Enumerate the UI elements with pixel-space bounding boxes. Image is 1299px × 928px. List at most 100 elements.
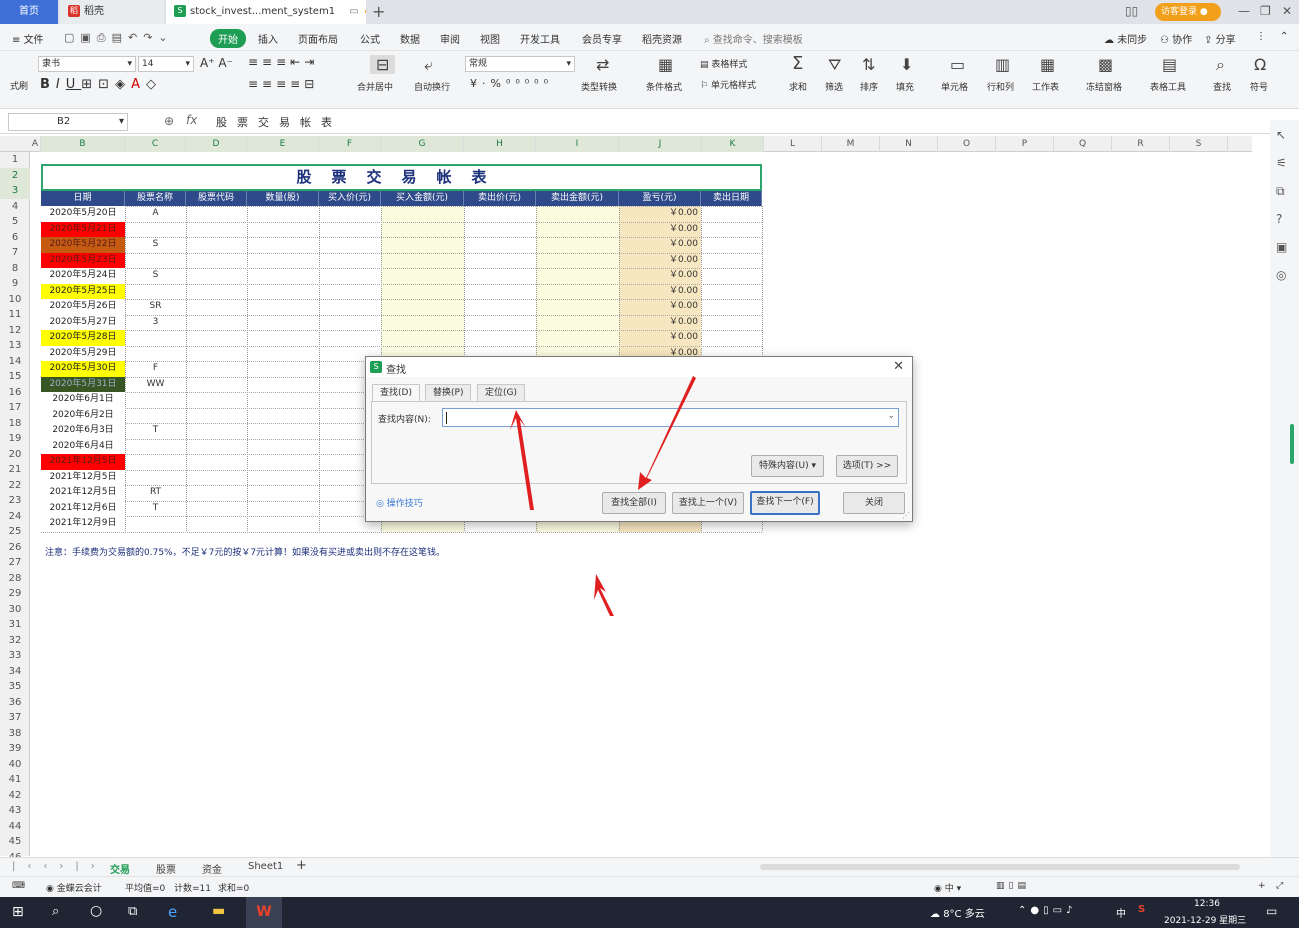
stock-name-cell[interactable]: 3 [125,315,186,331]
tips-link[interactable]: ◎ 操作技巧 [376,496,423,509]
sheet-nav-icons[interactable]: |‹‹›|› [12,861,107,872]
table-header-cell[interactable]: 日期 [41,191,125,206]
date-cell[interactable]: 2020年6月1日 [41,392,125,408]
sum-icon[interactable]: Σ [792,53,803,74]
sort-icon[interactable]: ⇅ [862,55,875,74]
table-header-cell[interactable]: 卖出日期 [701,191,762,206]
row-header[interactable]: 30 [0,602,30,618]
stock-name-cell[interactable] [125,253,186,269]
column-header[interactable]: D [186,136,247,152]
stock-name-cell[interactable] [125,392,186,408]
row-header[interactable]: 8 [0,261,30,277]
date-cell[interactable]: 2021年12月6日 [41,500,125,516]
tab-home[interactable]: 首页 [0,0,58,24]
horizontal-scrollbar[interactable] [760,864,1240,870]
zoom-in-icon[interactable]: + [1258,881,1266,891]
format-painter-button[interactable]: 式刷 [10,79,28,92]
row-header[interactable]: 39 [0,741,30,757]
column-header[interactable]: E [247,136,319,152]
column-header[interactable]: M [822,136,880,152]
fullscreen-icon[interactable]: ⤢ [1276,881,1283,891]
find-all-button[interactable]: 查找全部(I) [602,492,666,514]
row-header[interactable]: 43 [0,803,30,819]
wps-taskbar-icon[interactable]: W [246,897,282,928]
cell-icon[interactable]: ▭ [950,55,965,74]
stock-name-cell[interactable] [125,439,186,455]
fill-button[interactable]: 填充 [896,80,914,93]
cell-style-button[interactable]: ⚐ 单元格样式 [700,78,756,91]
row-header[interactable]: 25 [0,524,30,540]
date-cell[interactable]: 2020年5月27日 [41,314,125,330]
date-cell[interactable]: 2020年5月28日 [41,330,125,346]
align-icons[interactable]: ≡≡≡⇤⇥ [248,55,318,69]
column-header[interactable]: O [938,136,996,152]
row-header[interactable]: 29 [0,586,30,602]
row-header[interactable]: 42 [0,788,30,804]
stock-name-cell[interactable]: S [125,237,186,253]
copy-icon[interactable]: ⧉ [1276,184,1285,199]
freeze-panes-button[interactable]: 冻结窗格 [1086,80,1122,93]
fee-note[interactable]: 注意：手续费为交易额的0.75%，不足￥7元的按￥7元计算！如果没有买进或卖出则… [45,545,445,558]
row-header[interactable]: 28 [0,571,30,587]
row-header[interactable]: 1 [0,152,30,168]
stock-name-cell[interactable]: T [125,423,186,439]
type-convert-icon[interactable]: ⇄ [596,55,609,74]
row-header[interactable]: 33 [0,648,30,664]
row-header[interactable]: 18 [0,416,30,432]
date-cell[interactable]: 2020年5月25日 [41,283,125,299]
align-horizontal-icons[interactable]: ≡≡≡≡⊟ [248,77,318,91]
table-title[interactable]: 股票交易帐表 [41,164,762,191]
row-header[interactable]: 44 [0,819,30,835]
freeze-icon[interactable]: ▩ [1098,55,1113,74]
menu-view[interactable]: 视图 [480,31,500,46]
tab-replace[interactable]: 替换(P) [425,384,472,401]
date-cell[interactable]: 2020年5月24日 [41,268,125,284]
number-format-icons[interactable]: ¥·%⁰⁰⁰⁰⁰ [470,77,553,90]
cell-button[interactable]: 单元格 [941,80,968,93]
row-header[interactable]: 10 [0,292,30,308]
date-cell[interactable]: 2020年6月4日 [41,438,125,454]
row-header[interactable]: 23 [0,493,30,509]
symbol-icon[interactable]: Ω [1254,55,1266,74]
row-header[interactable]: 24 [0,509,30,525]
options-button[interactable]: 选项(T) >> [836,455,898,477]
date-cell[interactable]: 2020年6月3日 [41,423,125,439]
search-icon[interactable]: ⌕ [52,904,59,919]
profit-cell[interactable]: ￥0.00 [619,284,701,300]
column-header[interactable]: C [125,136,186,152]
filter-icon[interactable]: ⛛ [828,55,841,75]
command-search[interactable]: ⌕ 查找命令、搜索模板 [704,31,803,46]
windows-start-icon[interactable]: ⊞ [12,904,24,920]
row-header[interactable]: 19 [0,431,30,447]
tab-close-icon[interactable]: ▭ [349,6,358,17]
tab-find[interactable]: 查找(D) [372,384,420,402]
special-content-button[interactable]: 特殊内容(U) ▾ [751,455,824,477]
rowcol-icon[interactable]: ▥ [995,55,1010,74]
row-header[interactable]: 32 [0,633,30,649]
quick-access-icons[interactable]: ▢▣⎙▤↶↷⌄ [64,31,174,45]
menu-data[interactable]: 数据 [400,31,420,46]
table-header-cell[interactable]: 股票名称 [125,191,186,206]
row-header[interactable]: 12 [0,323,30,339]
name-box[interactable]: B2 ▾ [8,113,128,131]
row-header[interactable]: 41 [0,772,30,788]
tab-goto[interactable]: 定位(G) [477,384,525,401]
table-header-cell[interactable]: 买入价(元) [319,191,381,206]
profit-cell[interactable]: ￥0.00 [619,206,701,222]
find-button[interactable]: 查找 [1213,80,1231,93]
menu-start[interactable]: 开始 [210,29,246,48]
column-header[interactable]: Q [1054,136,1112,152]
restore-icon[interactable]: ❐ [1260,4,1271,18]
profit-cell[interactable]: ￥0.00 [619,299,701,315]
dialog-title-bar[interactable]: S 查找 ✕ [366,357,912,377]
stock-name-cell[interactable] [125,454,186,470]
stock-name-cell[interactable]: SR [125,299,186,315]
fill-icon[interactable]: ⬇ [900,55,913,74]
table-header-cell[interactable]: 盈亏(元) [619,191,701,206]
image-icon[interactable]: ▣ [1276,240,1287,254]
row-header[interactable]: 20 [0,447,30,463]
row-header[interactable]: 40 [0,757,30,773]
font-size-grow-icon[interactable]: A⁺ A⁻ [200,56,233,70]
profit-cell[interactable]: ￥0.00 [619,253,701,269]
row-header[interactable]: 45 [0,834,30,850]
